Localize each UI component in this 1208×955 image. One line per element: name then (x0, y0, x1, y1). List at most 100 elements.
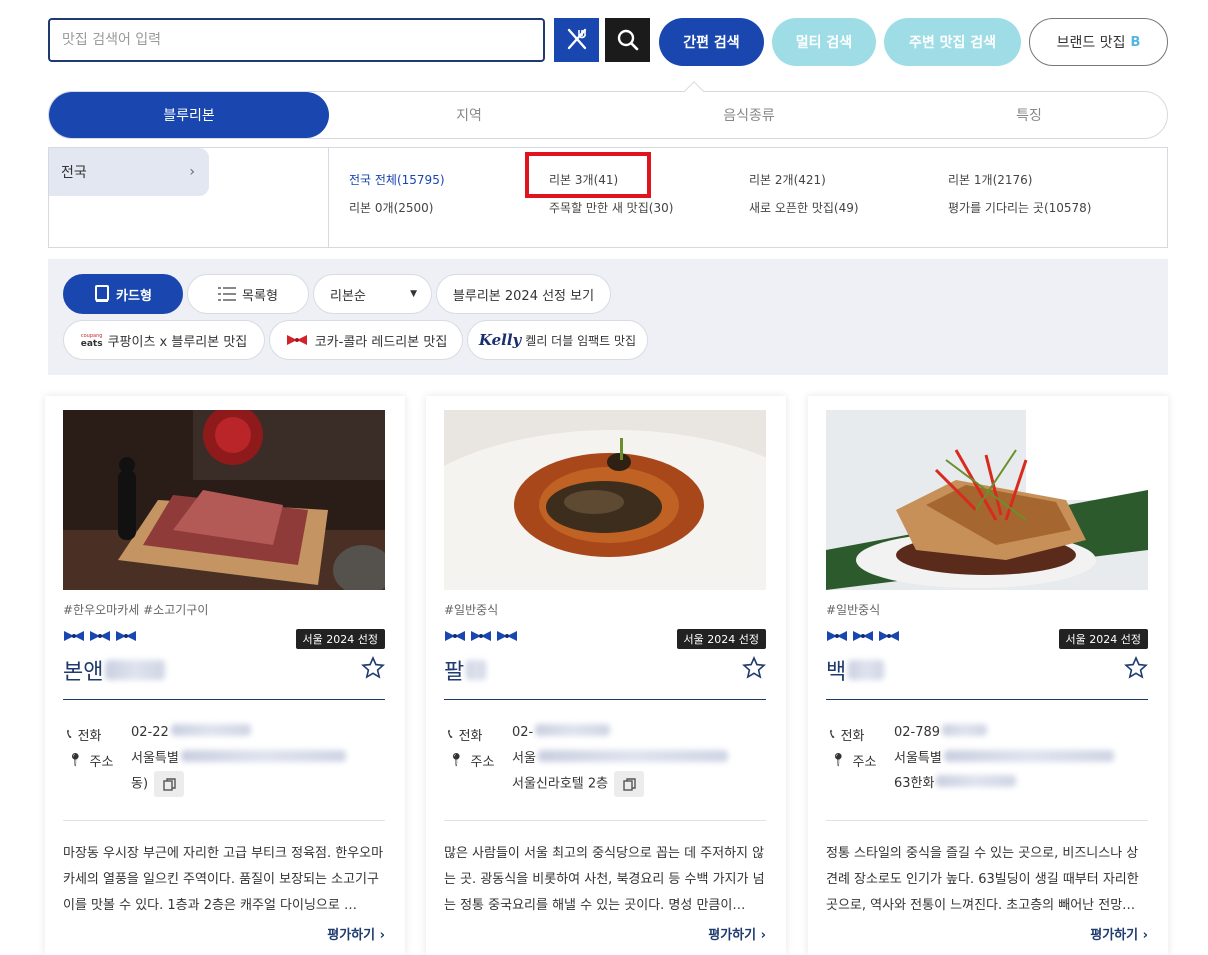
filter-option-newly-opened[interactable]: 새로 오픈한 맛집(49) (749, 199, 859, 216)
blue-ribbon-icon (64, 631, 84, 641)
phone-row: 📞︎ 전화 02- (448, 724, 746, 745)
restaurant-description: 많은 사람들이 서울 최고의 중식당으로 꼽는 데 주저하지 않는 곳. 광동식… (444, 846, 765, 913)
address-value: 서울특별 63한화 (894, 746, 1128, 796)
restaurant-name-text: 팔 (444, 660, 465, 685)
selection-badge: 서울 2024 선정 (1058, 629, 1148, 649)
copy-address-button[interactable] (154, 771, 185, 797)
coca-cola-red-ribbon-button[interactable]: 코카-콜라 레드리본 맛집 (269, 320, 463, 360)
sort-dropdown[interactable]: 리본순 ▼ (313, 274, 432, 314)
selection-badge: 서울 2024 선정 (295, 629, 385, 649)
restaurant-name-text: 본앤 (63, 660, 104, 685)
address-label-wrap: 📍︎ 주소 (830, 751, 894, 770)
brand-b-icon: B (1130, 34, 1141, 50)
red-ribbon-icon (285, 333, 309, 347)
search-input[interactable] (48, 18, 545, 62)
filter-option-ribbon-2[interactable]: 리본 2개(421) (749, 171, 826, 188)
selection-badge: 서울 2024 선정 (676, 629, 766, 649)
restaurant-photo-sea-cucumber[interactable] (444, 410, 766, 590)
evaluate-link[interactable]: 평가하기 › (327, 924, 385, 943)
blue-ribbon-icon (116, 631, 136, 641)
copy-address-button[interactable] (614, 771, 645, 797)
search-button[interactable] (605, 18, 650, 62)
list-icon (218, 286, 237, 302)
blue-ribbon-icon (879, 631, 899, 641)
search-icon (617, 29, 638, 51)
brand-restaurant-button[interactable]: 브랜드 맛집 B (1029, 18, 1168, 66)
location-pin-icon: 📍︎ (67, 753, 84, 768)
star-icon[interactable] (361, 656, 385, 680)
address-row: 📍︎ 주소 서울특별 63한화 (830, 750, 1128, 796)
phone-row: 📞︎ 전화 02-789 (830, 724, 1128, 745)
cuisine-tags: #일반중식 (826, 603, 881, 617)
tab-blue-ribbon[interactable]: 블루리본 (49, 92, 329, 138)
blurred-name (848, 660, 885, 680)
location-pin-icon: 📍︎ (830, 753, 847, 768)
restaurant-card[interactable]: #일반중식 서울 2024 선정 팔 📞︎ 전화 02- 📍︎ 주소 서울 서울신라… (426, 396, 786, 955)
address-row: 📍︎ 주소 서울 서울신라호텔 2층 (448, 750, 746, 797)
restaurant-card[interactable]: #한우오마카세 #소고기구이 서울 2024 선정 본앤 📞︎ 전화 02-22 … (45, 396, 405, 955)
search-bar: 간편 검색 멀티 검색 주변 맛집 검색 브랜드 맛집 B (48, 17, 1168, 67)
utensils-icon (567, 28, 586, 50)
tab-region[interactable]: 지역 (329, 92, 609, 138)
phone-label-wrap: 📞︎ 전화 (830, 725, 894, 744)
multi-search-button[interactable]: 멀티 검색 (772, 18, 876, 66)
evaluate-link[interactable]: 평가하기 › (1090, 924, 1148, 943)
card-view-button[interactable]: 카드형 (63, 274, 183, 314)
phone-row: 📞︎ 전화 02-22 (67, 724, 365, 745)
phone-label-wrap: 📞︎ 전화 (448, 725, 512, 744)
address-value: 서울 서울신라호텔 2층 (512, 746, 746, 797)
list-view-label: 목록형 (242, 288, 278, 304)
coca-cola-label: 코카-콜라 레드리본 맛집 (314, 334, 448, 350)
address-value: 서울특별 동) (131, 746, 365, 797)
divider (63, 820, 385, 821)
region-label: 전국 (61, 165, 87, 181)
address-row: 📍︎ 주소 서울특별 동) (67, 750, 365, 797)
phone-label: 전화 (840, 729, 865, 744)
phone-value[interactable]: 02- (512, 720, 746, 745)
region-column: 전국 › (49, 148, 329, 247)
blue-ribbon-icon (853, 631, 873, 641)
phone-value[interactable]: 02-22 (131, 720, 365, 745)
blurred-name (105, 660, 166, 680)
filter-option-ribbon-1[interactable]: 리본 1개(2176) (948, 171, 1032, 188)
phone-icon: 📞︎ (67, 727, 72, 742)
restaurant-card[interactable]: #일반중식 서울 2024 선정 백 📞︎ 전화 02-789 📍︎ 주소 서울특별… (808, 396, 1168, 955)
filter-option-notable-new[interactable]: 주목할 만한 새 맛집(30) (549, 199, 673, 216)
address-label-wrap: 📍︎ 주소 (67, 751, 131, 770)
star-icon[interactable] (742, 656, 766, 680)
restaurant-photo-fish-dish[interactable] (826, 410, 1148, 590)
filter-option-all[interactable]: 전국 전체(15795) (349, 171, 445, 188)
selection-2024-button[interactable]: 블루리본 2024 선정 보기 (436, 274, 611, 314)
phone-label: 전화 (77, 729, 102, 744)
restaurant-name-text: 백 (826, 660, 847, 685)
list-view-button[interactable]: 목록형 (187, 274, 309, 314)
restaurant-description: 정통 스타일의 중식을 즐길 수 있는 곳으로, 비즈니스나 상견례 장소로도 … (826, 846, 1139, 913)
star-icon[interactable] (1124, 656, 1148, 680)
blue-ribbon-icon (497, 631, 517, 641)
filter-option-awaiting-review[interactable]: 평가를 기다리는 곳(10578) (948, 199, 1092, 216)
food-category-button[interactable] (554, 18, 599, 62)
filter-option-ribbon-0[interactable]: 리본 0개(2500) (349, 199, 433, 216)
phone-value[interactable]: 02-789 (894, 720, 1128, 745)
region-item-nationwide[interactable]: 전국 › (49, 148, 209, 196)
dropdown-arrow-icon: ▼ (410, 289, 417, 299)
restaurant-name[interactable]: 팔 (444, 654, 487, 686)
quick-search-button[interactable]: 간편 검색 (659, 18, 764, 66)
kelly-double-impact-button[interactable]: Kelly 켈리 더블 임팩트 맛집 (467, 320, 648, 360)
evaluate-link[interactable]: 평가하기 › (708, 924, 766, 943)
nearby-search-button[interactable]: 주변 맛집 검색 (884, 18, 1021, 66)
restaurant-name[interactable]: 본앤 (63, 654, 166, 686)
sort-label: 리본순 (330, 288, 366, 304)
location-pin-icon: 📍︎ (448, 753, 465, 768)
restaurant-photo-beef[interactable] (63, 410, 385, 590)
view-options-bar: 카드형 목록형 리본순 ▼ 블루리본 2024 선정 보기 coupang eat… (48, 259, 1168, 375)
blue-ribbon-icon (445, 631, 465, 641)
tab-feature[interactable]: 특징 (889, 92, 1169, 138)
tab-food-type[interactable]: 음식종류 (609, 92, 889, 138)
divider (826, 820, 1148, 821)
phone-label-wrap: 📞︎ 전화 (67, 725, 131, 744)
chevron-right-icon: › (189, 164, 195, 180)
cuisine-tags: #일반중식 (444, 603, 499, 617)
coupang-eats-button[interactable]: coupang eats 쿠팡이츠 x 블루리본 맛집 (63, 320, 265, 360)
restaurant-name[interactable]: 백 (826, 654, 885, 686)
